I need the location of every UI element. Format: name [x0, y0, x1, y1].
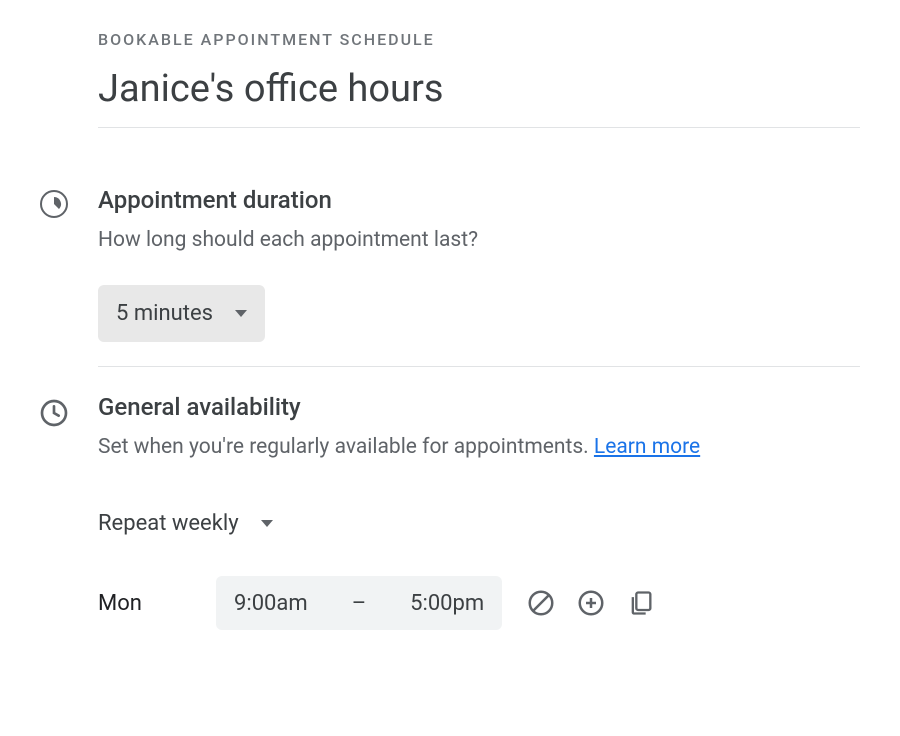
chevron-down-icon — [261, 520, 273, 527]
time-dash: – — [352, 591, 366, 616]
time-range[interactable]: 9:00am – 5:00pm — [216, 576, 502, 630]
start-time[interactable]: 9:00am — [234, 591, 308, 616]
duration-dropdown[interactable]: 5 minutes — [98, 285, 265, 342]
day-label: Mon — [98, 591, 216, 616]
availability-title: General availability — [98, 393, 860, 421]
duration-icon — [40, 190, 68, 218]
chevron-down-icon — [235, 310, 247, 317]
copy-icon[interactable] — [626, 588, 656, 618]
duration-subtitle: How long should each appointment last? — [98, 224, 860, 257]
availability-row: Mon 9:00am – 5:00pm — [98, 576, 860, 630]
schedule-label: BOOKABLE APPOINTMENT SCHEDULE — [98, 30, 860, 49]
schedule-title[interactable]: Janice's office hours — [98, 67, 860, 128]
duration-value: 5 minutes — [116, 301, 213, 326]
availability-subtitle: Set when you're regularly available for … — [98, 431, 860, 464]
learn-more-link[interactable]: Learn more — [594, 435, 700, 459]
add-icon[interactable] — [576, 588, 606, 618]
end-time[interactable]: 5:00pm — [410, 591, 484, 616]
clock-icon — [38, 397, 70, 429]
repeat-dropdown[interactable]: Repeat weekly — [98, 511, 273, 536]
duration-title: Appointment duration — [98, 186, 860, 214]
repeat-value: Repeat weekly — [98, 511, 239, 536]
unavailable-icon[interactable] — [526, 588, 556, 618]
